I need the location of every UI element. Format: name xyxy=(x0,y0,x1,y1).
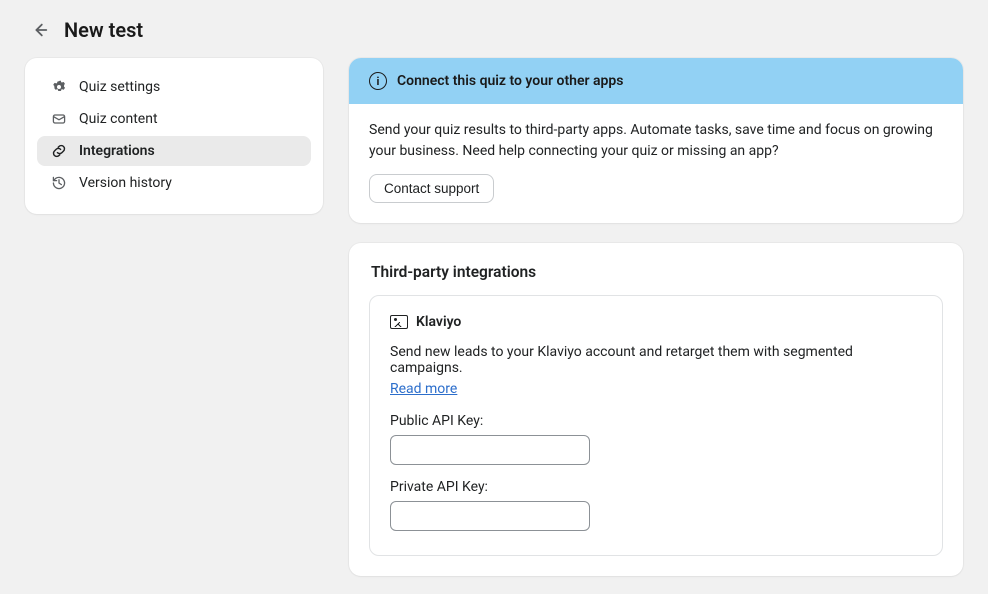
private-api-key-input[interactable] xyxy=(390,501,590,531)
sidebar-item-integrations[interactable]: Integrations xyxy=(37,136,311,166)
page-header: New test xyxy=(25,18,963,42)
public-api-key-input[interactable] xyxy=(390,435,590,465)
sidebar-item-quiz-settings[interactable]: Quiz settings xyxy=(37,72,311,102)
sidebar-item-label: Quiz content xyxy=(79,111,158,127)
sidebar-item-label: Integrations xyxy=(79,143,155,159)
info-banner: i Connect this quiz to your other apps xyxy=(349,58,963,104)
integrations-card: Third-party integrations Klaviyo Send ne… xyxy=(349,243,963,576)
banner-title: Connect this quiz to your other apps xyxy=(397,73,623,89)
klaviyo-integration: Klaviyo Send new leads to your Klaviyo a… xyxy=(369,295,943,556)
sidebar: Quiz settings Quiz content Integrations … xyxy=(25,58,323,214)
link-icon xyxy=(51,143,67,159)
back-arrow-icon[interactable] xyxy=(30,20,50,40)
label-icon xyxy=(51,111,67,127)
history-icon xyxy=(51,175,67,191)
klaviyo-name: Klaviyo xyxy=(416,314,461,330)
sidebar-item-quiz-content[interactable]: Quiz content xyxy=(37,104,311,134)
info-icon: i xyxy=(369,72,387,90)
read-more-link[interactable]: Read more xyxy=(390,381,457,397)
contact-support-button[interactable]: Contact support xyxy=(369,174,494,203)
integrations-section-title: Third-party integrations xyxy=(349,243,963,295)
klaviyo-description: Send new leads to your Klaviyo account a… xyxy=(390,344,922,376)
private-key-label: Private API Key: xyxy=(390,479,922,495)
page-title: New test xyxy=(64,18,143,42)
connect-card: i Connect this quiz to your other apps S… xyxy=(349,58,963,223)
image-icon xyxy=(390,315,408,329)
sidebar-item-version-history[interactable]: Version history xyxy=(37,168,311,198)
sidebar-item-label: Quiz settings xyxy=(79,79,160,95)
banner-description: Send your quiz results to third-party ap… xyxy=(369,120,943,162)
sidebar-item-label: Version history xyxy=(79,175,172,191)
public-key-label: Public API Key: xyxy=(390,413,922,429)
gear-icon xyxy=(51,79,67,95)
